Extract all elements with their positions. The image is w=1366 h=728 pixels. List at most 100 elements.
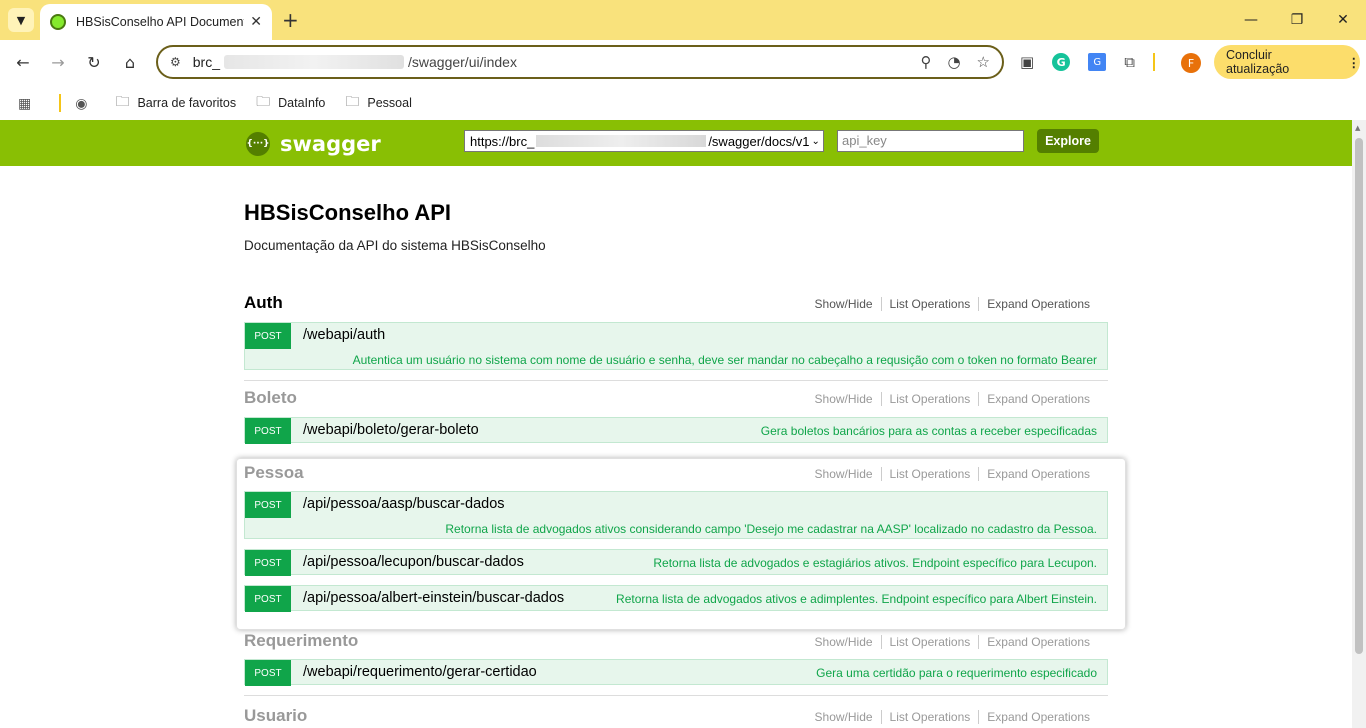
operation-row[interactable]: POST /webapi/auth Autentica um usuário n… <box>244 322 1108 370</box>
bookmark-folder-favoritos[interactable]: 🗀 Barra de favoritos <box>115 91 236 115</box>
resource-name[interactable]: Pessoa <box>244 463 304 483</box>
tab-bar: ▼ HBSisConselho API Documentati ✕ + — ❐ … <box>0 0 1366 40</box>
operation-row[interactable]: POST /api/pessoa/aasp/buscar-dados Retor… <box>244 491 1108 539</box>
explore-button[interactable]: Explore <box>1037 129 1099 153</box>
api-info: HBSisConselho API Documentação da API do… <box>244 200 546 253</box>
new-tab-button[interactable]: + <box>282 8 299 32</box>
apps-icon[interactable]: ▦ <box>18 95 39 112</box>
forward-icon[interactable]: → <box>47 53 69 72</box>
expand-operations-link[interactable]: Expand Operations <box>978 297 1098 311</box>
operation-row[interactable]: POST /webapi/requerimento/gerar-certidao… <box>244 659 1108 686</box>
globe-icon[interactable]: ◉ <box>75 95 95 112</box>
operation-row[interactable]: POST /api/pessoa/lecupon/buscar-dados Re… <box>244 549 1108 576</box>
list-operations-link[interactable]: List Operations <box>880 297 979 311</box>
bookmark-folder-datainfo[interactable]: 🗀 DataInfo <box>256 91 325 115</box>
resource-auth: Auth Show/Hide List Operations Expand Op… <box>244 293 1108 381</box>
list-operations-link[interactable]: List Operations <box>880 710 979 724</box>
operation-description[interactable]: Retorna lista de advogados e estagiários… <box>653 556 1097 570</box>
operation-row[interactable]: POST /webapi/boleto/gerar-boleto Gera bo… <box>244 417 1108 444</box>
close-tab-icon[interactable]: ✕ <box>250 14 262 30</box>
minimize-icon[interactable]: — <box>1228 0 1274 40</box>
page-content: {···} swagger https://brc_ /swagger/docs… <box>0 120 1352 728</box>
resource-name[interactable]: Requerimento <box>244 631 358 651</box>
api-description: Documentação da API do sistema HBSisCons… <box>244 238 546 253</box>
performance-icon[interactable]: ◔ <box>947 53 960 71</box>
url-prefix: brc_ <box>192 54 220 70</box>
operation-description[interactable]: Retorna lista de advogados ativos e adim… <box>616 592 1097 606</box>
show-hide-link[interactable]: Show/Hide <box>807 392 881 406</box>
translate-icon[interactable]: G <box>1088 53 1107 71</box>
resource-requerimento: Requerimento Show/Hide List Operations E… <box>244 631 1108 696</box>
scrollbar-thumb[interactable] <box>1355 138 1363 654</box>
redacted-url-part <box>536 135 707 147</box>
operation-path[interactable]: /webapi/auth <box>303 327 385 343</box>
update-button[interactable]: Concluir atualização ⋮ <box>1214 45 1360 79</box>
show-hide-link[interactable]: Show/Hide <box>807 467 881 481</box>
operation-description[interactable]: Autentica um usuário no sistema com nome… <box>353 353 1097 367</box>
http-verb-badge[interactable]: POST <box>245 586 291 612</box>
site-info-icon[interactable]: ⚙ <box>170 55 181 69</box>
api-key-input[interactable]: api_key <box>837 130 1024 152</box>
window-controls: — ❐ ✕ <box>1228 0 1366 40</box>
show-hide-link[interactable]: Show/Hide <box>807 710 881 724</box>
chevron-down-icon: ⌄ <box>811 135 820 147</box>
http-verb-badge[interactable]: POST <box>245 660 291 686</box>
home-icon[interactable]: ⌂ <box>119 53 141 72</box>
scroll-up-icon[interactable]: ▲ <box>1355 124 1360 132</box>
swagger-logo[interactable]: {···} swagger <box>246 132 381 156</box>
operation-path[interactable]: /api/pessoa/lecupon/buscar-dados <box>303 554 524 570</box>
url-suffix: /swagger/ui/index <box>408 54 517 70</box>
operation-path[interactable]: /webapi/boleto/gerar-boleto <box>303 422 479 438</box>
close-window-icon[interactable]: ✕ <box>1320 0 1366 40</box>
operation-description[interactable]: Retorna lista de advogados ativos consid… <box>445 522 1097 536</box>
extensions-puzzle-icon[interactable]: ⧉ <box>1124 53 1135 71</box>
expand-operations-link[interactable]: Expand Operations <box>978 710 1098 724</box>
resource-divider <box>244 695 1108 696</box>
grammarly-icon[interactable]: G <box>1052 53 1071 71</box>
bookmark-star-icon[interactable]: ☆ <box>977 53 990 71</box>
resource-name[interactable]: Auth <box>244 293 283 313</box>
address-bar[interactable]: ⚙ brc_ /swagger/ui/index ⚲ ◔ ☆ <box>156 45 1004 79</box>
restore-icon[interactable]: ❐ <box>1274 0 1320 40</box>
http-verb-badge[interactable]: POST <box>245 418 291 444</box>
swagger-logo-icon: {···} <box>246 132 270 156</box>
list-operations-link[interactable]: List Operations <box>880 635 979 649</box>
expand-operations-link[interactable]: Expand Operations <box>978 392 1098 406</box>
show-hide-link[interactable]: Show/Hide <box>807 297 881 311</box>
toolbar-divider <box>1152 53 1155 71</box>
folder-icon: 🗀 <box>256 93 271 109</box>
operation-description[interactable]: Gera uma certidão para o requerimento es… <box>816 666 1097 680</box>
http-verb-badge[interactable]: POST <box>245 323 291 349</box>
list-operations-link[interactable]: List Operations <box>880 392 979 406</box>
operation-path[interactable]: /api/pessoa/aasp/buscar-dados <box>303 496 505 512</box>
bookmarks-divider <box>59 94 62 112</box>
http-verb-badge[interactable]: POST <box>245 492 291 518</box>
profile-avatar[interactable]: F <box>1181 53 1201 73</box>
zoom-icon[interactable]: ⚲ <box>920 53 931 71</box>
operation-description[interactable]: Gera boletos bancários para as contas a … <box>761 424 1097 438</box>
spec-url-select[interactable]: https://brc_ /swagger/docs/v1 ⌄ <box>464 130 824 152</box>
show-hide-link[interactable]: Show/Hide <box>807 635 881 649</box>
extension-calendar-icon[interactable]: ▣ <box>1020 53 1034 71</box>
vertical-scrollbar[interactable]: ▲ <box>1352 120 1366 728</box>
browser-tab[interactable]: HBSisConselho API Documentati ✕ <box>40 4 272 40</box>
resource-name[interactable]: Usuario <box>244 706 307 726</box>
operation-row[interactable]: POST /api/pessoa/albert-einstein/buscar-… <box>244 585 1108 612</box>
list-operations-link[interactable]: List Operations <box>880 467 979 481</box>
expand-operations-link[interactable]: Expand Operations <box>978 635 1098 649</box>
menu-dots-icon[interactable]: ⋮ <box>1348 55 1361 70</box>
http-verb-badge[interactable]: POST <box>245 550 291 576</box>
bookmark-folder-pessoal[interactable]: 🗀 Pessoal <box>345 91 411 115</box>
back-icon[interactable]: ← <box>12 53 34 72</box>
reload-icon[interactable]: ↻ <box>83 53 105 72</box>
resource-boleto: Boleto Show/Hide List Operations Expand … <box>244 388 1108 453</box>
swagger-favicon-icon <box>50 14 66 30</box>
tab-search-button[interactable]: ▼ <box>8 8 34 32</box>
redacted-url-part <box>224 55 404 69</box>
operation-path[interactable]: /api/pessoa/albert-einstein/buscar-dados <box>303 590 564 606</box>
operation-path[interactable]: /webapi/requerimento/gerar-certidao <box>303 664 537 680</box>
resource-usuario: Usuario Show/Hide List Operations Expand… <box>244 706 1108 728</box>
folder-icon: 🗀 <box>345 93 360 109</box>
expand-operations-link[interactable]: Expand Operations <box>978 467 1098 481</box>
resource-name[interactable]: Boleto <box>244 388 297 408</box>
